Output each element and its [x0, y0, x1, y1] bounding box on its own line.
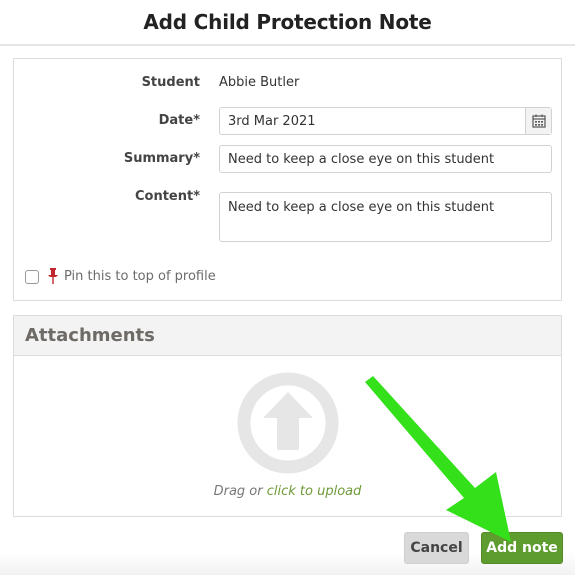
summary-value: Need to keep a close eye on this student — [228, 151, 495, 167]
upload-link[interactable]: click to upload — [267, 484, 362, 499]
attachments-title: Attachments — [25, 325, 155, 346]
dialog-title: Add Child Protection Note — [143, 10, 432, 34]
summary-field[interactable]: Need to keep a close eye on this student — [219, 145, 552, 173]
student-value: Abbie Butler — [219, 75, 300, 90]
content-label: Content* — [134, 189, 200, 204]
content-value: Need to keep a close eye on this student — [228, 200, 495, 215]
date-field[interactable]: 3rd Mar 2021 — [219, 107, 552, 135]
add-note-button[interactable]: Add note — [481, 532, 563, 564]
student-label: Student — [141, 75, 200, 90]
upload-dropzone-text: Drag or click to upload — [14, 484, 561, 499]
pin-label[interactable]: Pin this to top of profile — [64, 269, 216, 284]
summary-label: Summary* — [123, 151, 200, 166]
date-picker-button[interactable] — [525, 108, 551, 134]
upload-arrow-icon[interactable] — [237, 372, 339, 474]
date-value: 3rd Mar 2021 — [228, 113, 316, 129]
dialog-header: Add Child Protection Note — [0, 0, 575, 46]
calendar-icon — [531, 114, 546, 128]
date-label: Date* — [158, 113, 200, 128]
drag-text: Drag or — [213, 484, 263, 499]
cancel-button[interactable]: Cancel — [404, 532, 469, 564]
attachments-panel: Attachments Drag or click to upload — [13, 315, 562, 517]
note-form: Student Abbie Butler Date* 3rd Mar 2021 … — [13, 58, 562, 301]
content-textarea[interactable]: Need to keep a close eye on this student — [219, 192, 552, 242]
pin-checkbox[interactable] — [25, 270, 39, 284]
attachments-header: Attachments — [14, 316, 561, 356]
pin-icon — [48, 268, 58, 284]
